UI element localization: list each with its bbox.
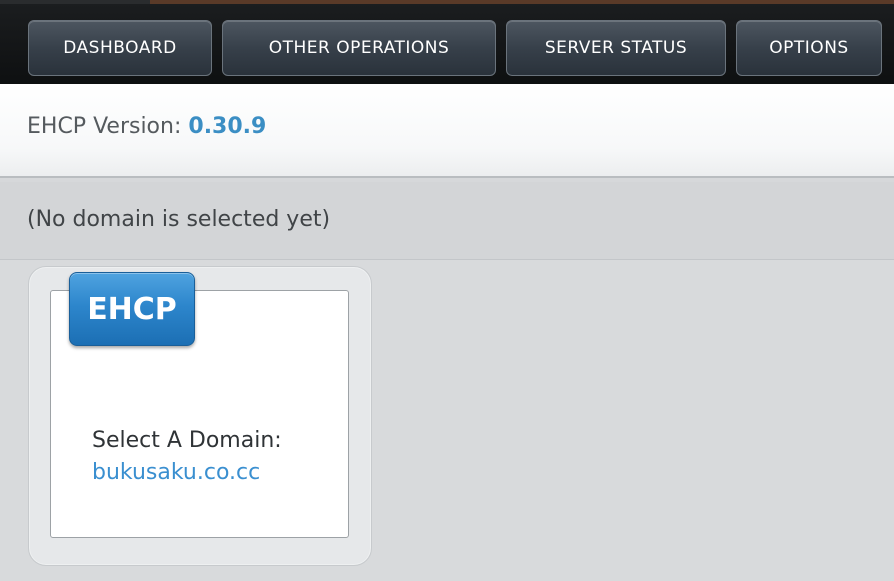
options-button[interactable]: OPTIONS (736, 20, 882, 76)
dashboard-button[interactable]: DASHBOARD (28, 20, 212, 76)
ehcp-logo-badge: EHCP (69, 272, 195, 346)
version-info: EHCP Version: 0.30.9 (27, 114, 266, 139)
version-bar: EHCP Version: 0.30.9 (0, 84, 894, 178)
domain-notice-bar: (No domain is selected yet) (0, 182, 894, 260)
select-domain-label: Select A Domain: (92, 428, 282, 453)
navbar-top-accent (0, 0, 150, 4)
version-value: 0.30.9 (188, 114, 267, 139)
other-operations-button[interactable]: OTHER OPERATIONS (222, 20, 496, 76)
server-status-button[interactable]: SERVER STATUS (506, 20, 726, 76)
version-label: EHCP Version: (27, 114, 182, 139)
ehcp-panel: DASHBOARD OTHER OPERATIONS SERVER STATUS… (0, 0, 894, 581)
domain-link[interactable]: bukusaku.co.cc (92, 460, 260, 485)
top-navigation-bar: DASHBOARD OTHER OPERATIONS SERVER STATUS… (0, 0, 894, 84)
no-domain-notice: (No domain is selected yet) (27, 207, 331, 232)
main-content: EHCP Select A Domain: bukusaku.co.cc (0, 260, 894, 581)
